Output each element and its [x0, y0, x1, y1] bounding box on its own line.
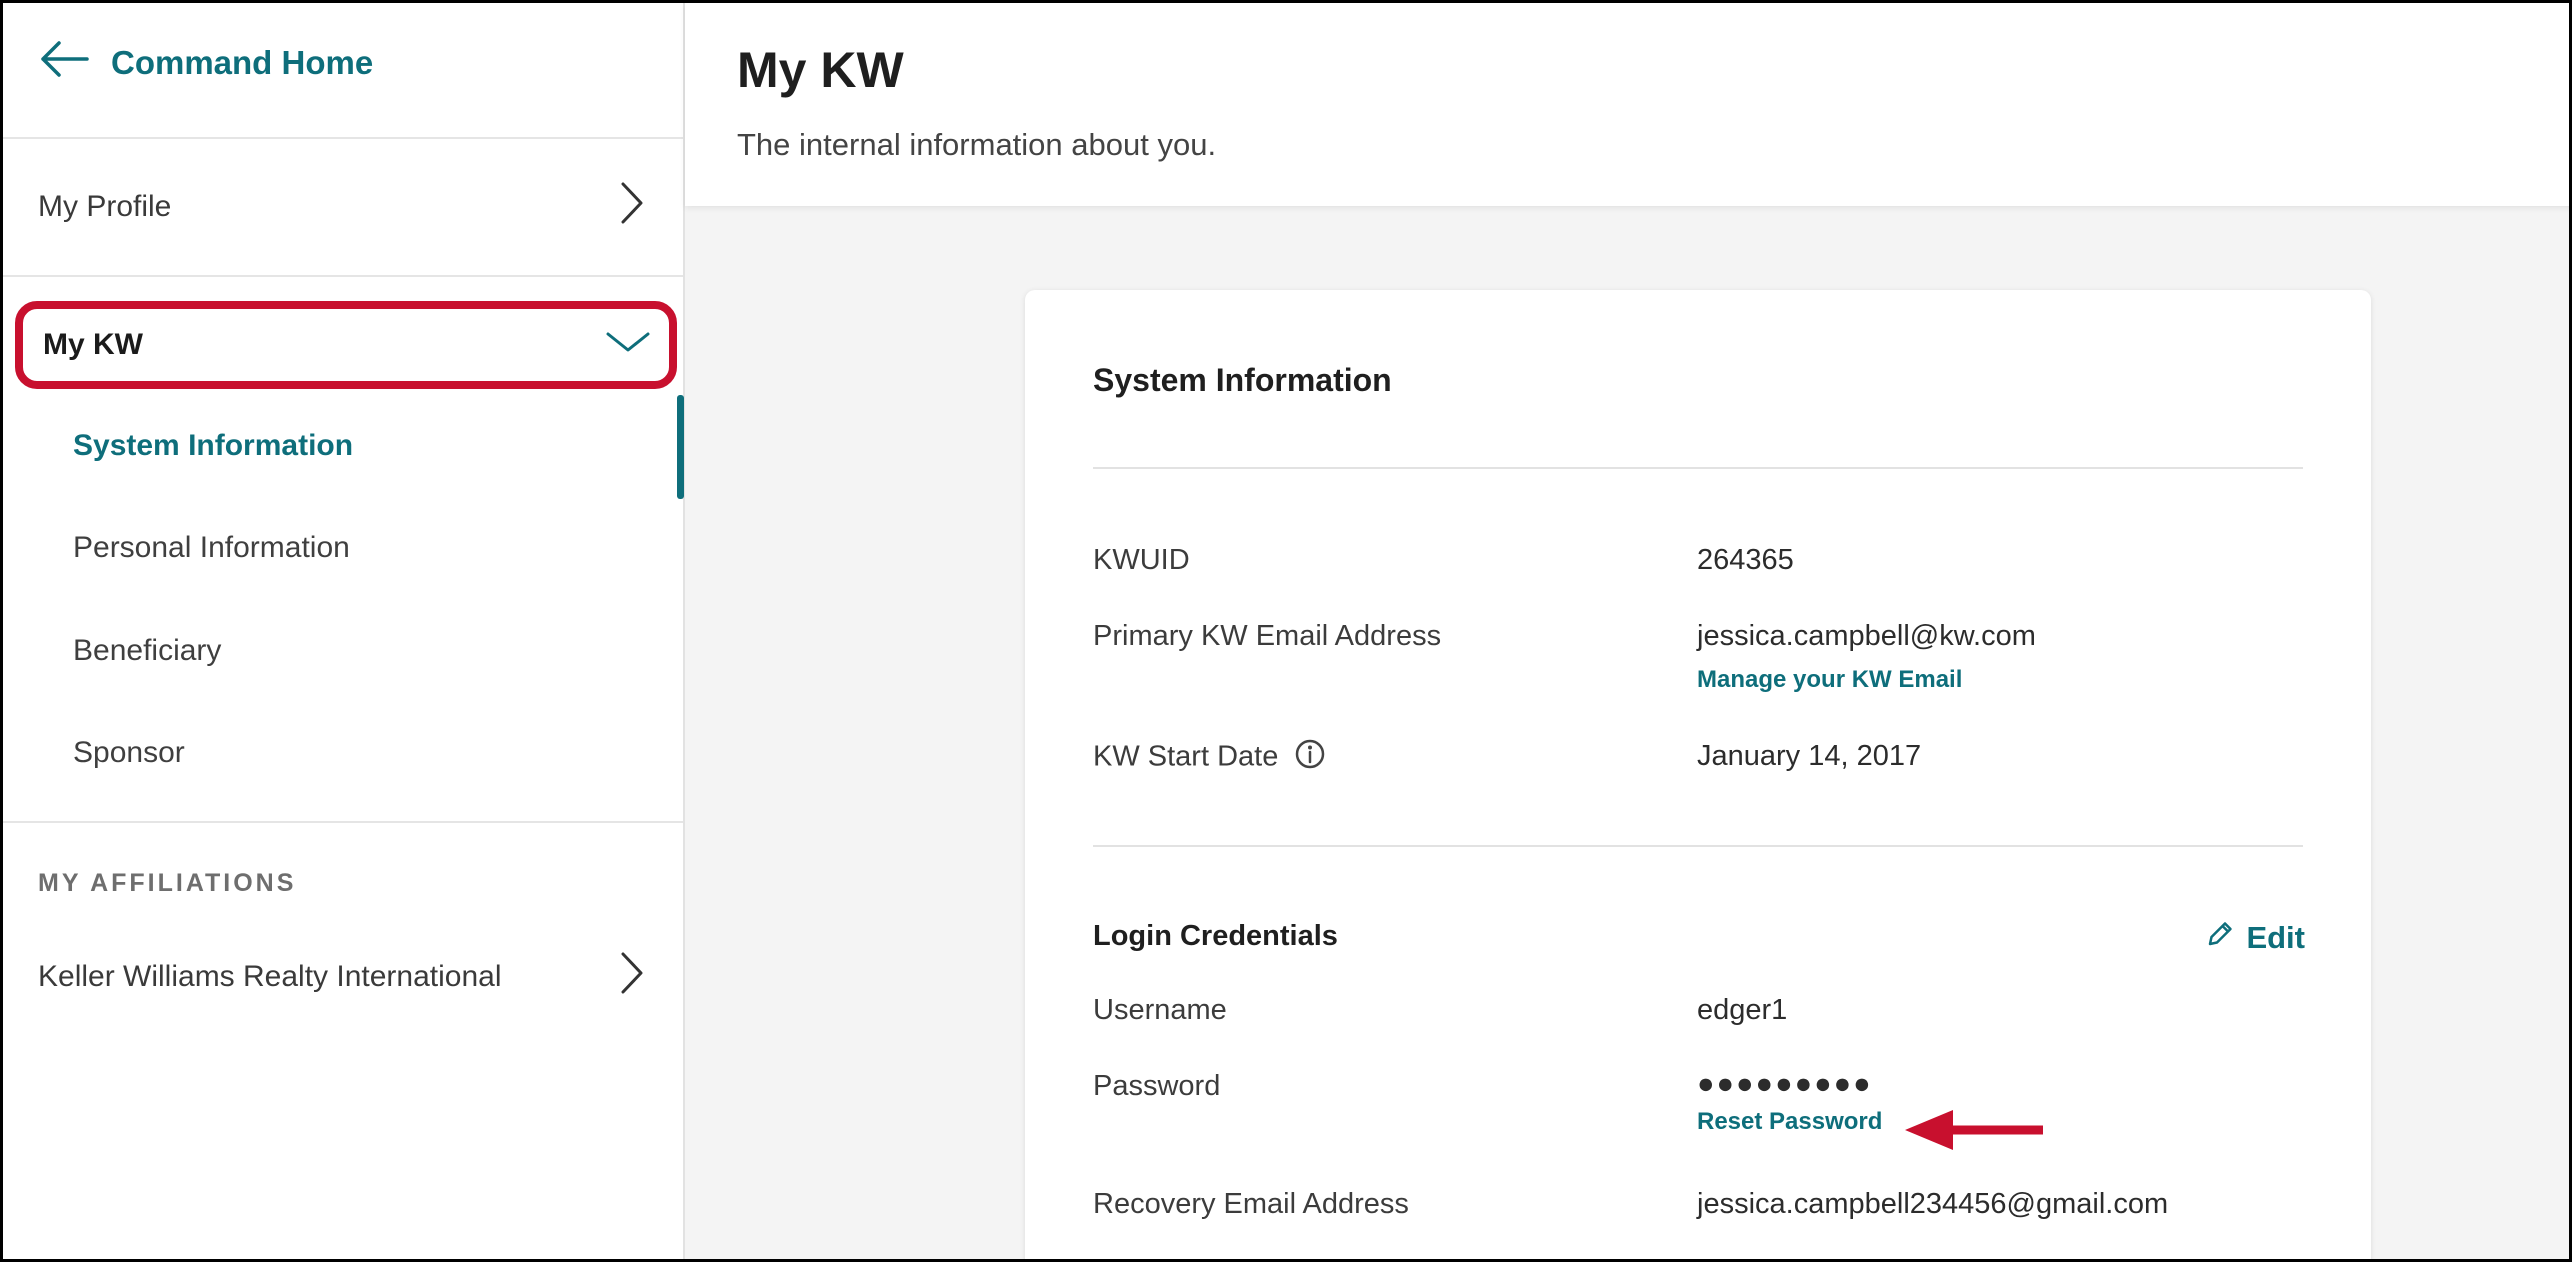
- chevron-down-icon: [605, 328, 651, 362]
- chevron-right-icon: [619, 180, 645, 234]
- page-title: My KW: [737, 42, 904, 98]
- chevron-right-icon: [619, 950, 645, 1004]
- username-value: edger1: [1697, 994, 1788, 1026]
- active-indicator: [677, 395, 684, 499]
- start-date-label-text: KW Start Date: [1093, 740, 1279, 773]
- kwuid-label: KWUID: [1093, 544, 1190, 576]
- sidebar-item-my-profile[interactable]: My Profile: [3, 155, 683, 259]
- divider: [3, 137, 683, 139]
- sidebar: Command Home My Profile My KW System Inf…: [3, 3, 685, 1259]
- sidebar-item-label: My Profile: [38, 190, 172, 223]
- divider: [1093, 467, 2303, 469]
- command-home-label: Command Home: [111, 44, 374, 81]
- start-date-value: January 14, 2017: [1697, 740, 1922, 772]
- edit-label: Edit: [2246, 920, 2305, 955]
- page-header: My KW The internal information about you…: [685, 3, 2569, 206]
- card-title: System Information: [1093, 362, 1392, 398]
- submenu-personal-information[interactable]: Personal Information: [73, 531, 350, 565]
- kwuid-value: 264365: [1697, 544, 1794, 576]
- email-value: jessica.campbell@kw.com: [1697, 620, 2036, 652]
- info-icon[interactable]: [1294, 738, 1326, 778]
- login-credentials-heading: Login Credentials: [1093, 920, 1338, 952]
- sidebar-item-affiliation[interactable]: Keller Williams Realty International: [3, 927, 683, 1027]
- sidebar-item-label: My KW: [43, 328, 143, 361]
- pencil-icon: [2204, 918, 2236, 958]
- edit-button[interactable]: Edit: [2204, 918, 2305, 958]
- page-subtitle: The internal information about you.: [737, 127, 1217, 162]
- affiliations-heading: MY AFFILIATIONS: [38, 869, 297, 897]
- email-label: Primary KW Email Address: [1093, 620, 1442, 652]
- divider: [3, 821, 683, 823]
- divider: [3, 275, 683, 277]
- command-home-link[interactable]: Command Home: [39, 39, 373, 87]
- submenu-system-information[interactable]: System Information: [73, 429, 353, 463]
- recovery-email-label: Recovery Email Address: [1093, 1188, 1409, 1220]
- start-date-label: KW Start Date: [1093, 738, 1326, 778]
- reset-password-link[interactable]: Reset Password: [1697, 1108, 1882, 1136]
- system-information-card: System Information KWUID 264365 Primary …: [1025, 290, 2371, 1259]
- password-label: Password: [1093, 1070, 1221, 1102]
- sidebar-item-my-kw[interactable]: My KW: [15, 301, 677, 389]
- password-value: ●●●●●●●●●: [1697, 1068, 1873, 1100]
- arrow-left-icon: [39, 39, 89, 87]
- divider: [1093, 845, 2303, 847]
- submenu-beneficiary[interactable]: Beneficiary: [73, 634, 221, 668]
- app-window: Command Home My Profile My KW System Inf…: [0, 0, 2572, 1262]
- username-label: Username: [1093, 994, 1227, 1026]
- recovery-email-value: jessica.campbell234456@gmail.com: [1697, 1188, 2169, 1220]
- submenu-sponsor[interactable]: Sponsor: [73, 736, 185, 770]
- sidebar-item-label: Keller Williams Realty International: [38, 960, 502, 993]
- red-arrow-icon: [1905, 1108, 2045, 1157]
- manage-email-link[interactable]: Manage your KW Email: [1697, 666, 1962, 694]
